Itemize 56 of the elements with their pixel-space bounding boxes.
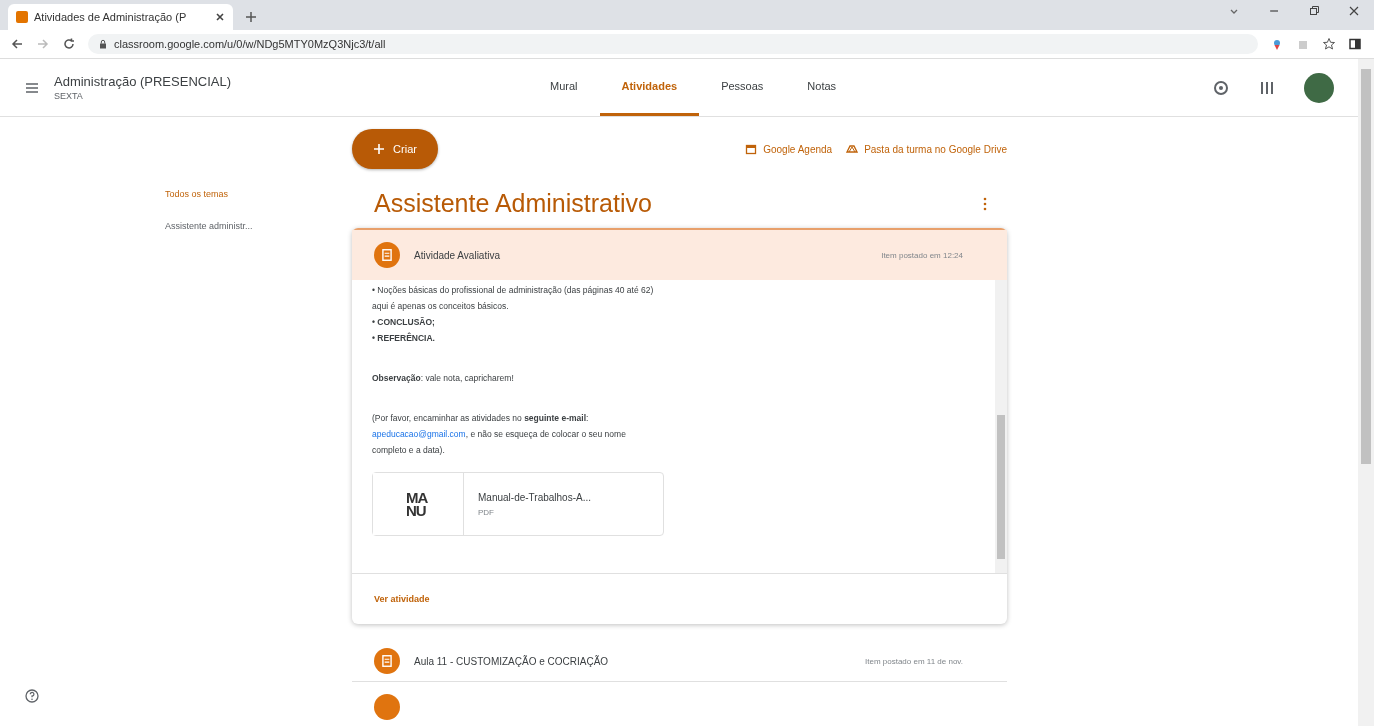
- attachment-type: PDF: [478, 507, 495, 517]
- tab-title: Atividades de Administração (P: [34, 11, 188, 23]
- attachment-card[interactable]: MANU Manual-de-Trabalhos-A... PDF: [372, 472, 664, 536]
- url-text: classroom.google.com/u/0/w/NDg5MTY0MzQ3Njc3/t/all: [114, 38, 386, 50]
- nav-tab[interactable]: Notas: [785, 59, 859, 116]
- create-button[interactable]: Criar: [352, 129, 438, 169]
- assignment-title: Atividade Avaliativa: [414, 249, 501, 261]
- scrollbar[interactable]: [995, 280, 1007, 573]
- pdf-thumbnail: MANU: [373, 473, 464, 535]
- reading-list-icon[interactable]: [1348, 37, 1362, 51]
- classroom-icon: [16, 11, 28, 23]
- assignment-icon: [374, 693, 400, 720]
- scrollbar[interactable]: [1358, 59, 1374, 726]
- nav-tab[interactable]: Atividades: [599, 59, 700, 116]
- calendar-icon: [745, 143, 758, 155]
- class-section: SEXTA: [54, 91, 231, 101]
- assignment-icon: [374, 648, 400, 675]
- assignment-icon: [374, 242, 400, 268]
- topic-link[interactable]: Todos os temas: [165, 189, 229, 199]
- description-text: Observação: vale nota, capricharem!: [372, 372, 515, 385]
- plus-icon: [373, 143, 386, 155]
- address-bar[interactable]: classroom.google.com/u/0/w/NDg5MTY0MzQ3Njc3/t/all: [88, 34, 1258, 54]
- star-icon[interactable]: [1322, 37, 1336, 51]
- toolbar-link[interactable]: Google Agenda: [745, 143, 833, 155]
- close-icon[interactable]: [215, 12, 225, 22]
- browser-tab[interactable]: Atividades de Administração (P: [8, 4, 233, 30]
- back-arrow-icon[interactable]: [10, 37, 24, 51]
- new-tab-icon[interactable]: [245, 11, 257, 23]
- profile-avatar[interactable]: [1304, 72, 1334, 103]
- class-name: Administração (PRESENCIAL): [54, 74, 231, 89]
- description-text: • Noções básicas do profissional de administração (das páginas 40 até 62): [372, 284, 655, 297]
- restore-icon[interactable]: [1308, 5, 1320, 17]
- lock-icon: [98, 39, 108, 49]
- description-text: apeducacao@gmail.com, e não se esqueça de colocar o seu nome: [372, 428, 627, 441]
- description-text: completo e a data).: [372, 444, 446, 457]
- description-text: aqui é apenas os conceitos básicos.: [372, 300, 510, 313]
- description-text: • REFERÊNCIA.: [372, 331, 436, 345]
- description-text: (Por favor, encaminhar as atividades no seguinte e-mail:: [372, 412, 590, 425]
- close-icon[interactable]: [1348, 5, 1360, 17]
- view-assignment-link[interactable]: Ver atividade: [374, 594, 430, 604]
- topic-link[interactable]: Assistente administr...: [165, 221, 253, 231]
- settings-icon[interactable]: [1212, 78, 1230, 97]
- attachment-name: Manual-de-Trabalhos-A...: [478, 491, 591, 503]
- topic-title: Assistente Administrativo: [374, 189, 652, 218]
- toolbar-link[interactable]: Pasta da turma no Google Drive: [846, 143, 1007, 155]
- assignment-header[interactable]: Atividade Avaliativa Item postado em 12:24: [352, 230, 1007, 280]
- reload-icon[interactable]: [62, 37, 76, 51]
- email-link[interactable]: apeducacao@gmail.com: [372, 429, 466, 439]
- posted-date: Item postado em 12:24: [881, 250, 963, 260]
- description-text: • CONCLUSÃO;: [372, 316, 436, 329]
- nav-tab[interactable]: Pessoas: [699, 59, 786, 116]
- assignment-title: Aula 11 - CUSTOMIZAÇÃO e COCRIAÇÃO: [414, 655, 610, 667]
- nav-tab[interactable]: Mural: [528, 59, 600, 116]
- posted-date: Item postado em 11 de nov.: [865, 656, 963, 666]
- help-icon[interactable]: [24, 688, 40, 704]
- assignment-row[interactable]: Aula 11 - CUSTOMIZAÇÃO e COCRIAÇÃO Item postado em 11 de nov.: [352, 642, 1007, 682]
